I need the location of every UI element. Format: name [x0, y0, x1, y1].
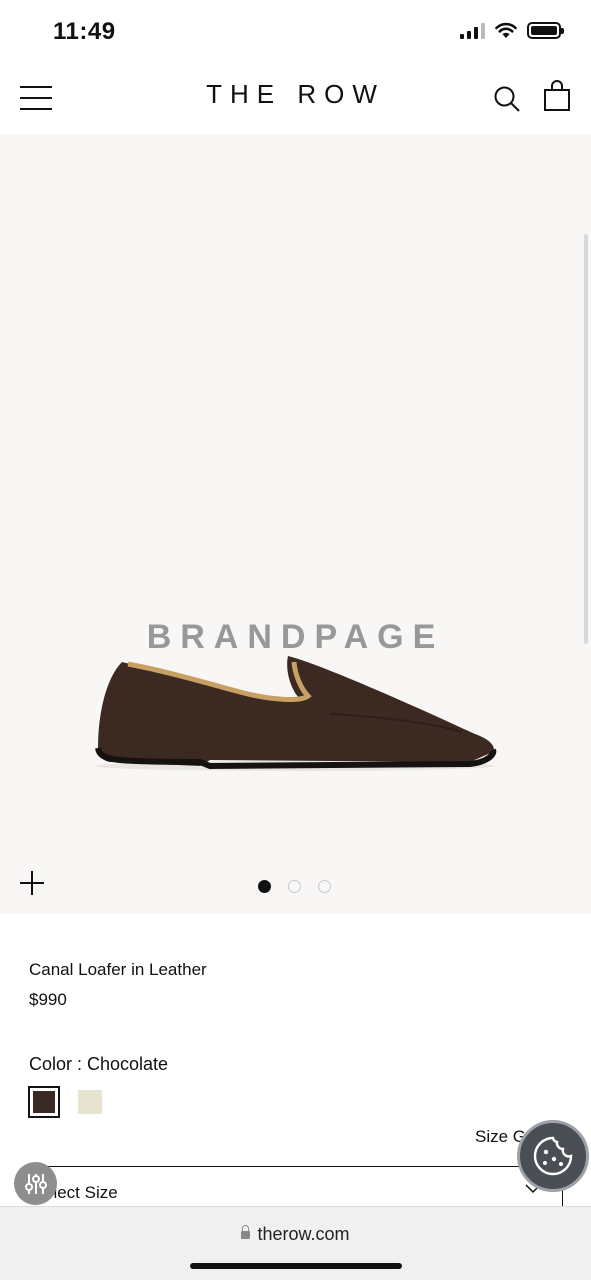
sliders-icon	[24, 1173, 47, 1194]
accessibility-sliders-button[interactable]	[14, 1162, 57, 1205]
product-gallery[interactable]: BRANDPAGE	[0, 134, 591, 914]
battery-icon	[527, 22, 564, 39]
lock-icon	[241, 1225, 251, 1239]
scrollbar[interactable]	[584, 234, 588, 644]
color-label: Color : Chocolate	[29, 1054, 169, 1074]
cellular-signal-icon	[460, 22, 485, 39]
url-text: therow.com	[257, 1224, 350, 1244]
size-select[interactable]: elect Size	[28, 1166, 563, 1213]
url-display[interactable]: therow.com	[0, 1224, 591, 1245]
carousel-dot-2[interactable]	[288, 880, 301, 893]
swatch-chocolate[interactable]	[28, 1086, 60, 1118]
home-indicator[interactable]	[190, 1263, 402, 1269]
carousel-dot-3[interactable]	[318, 880, 331, 893]
zoom-plus-icon[interactable]	[20, 871, 44, 895]
status-bar: 11:49	[0, 0, 591, 62]
product-price: $990	[29, 990, 67, 1009]
wifi-icon	[495, 22, 517, 38]
search-icon[interactable]	[492, 84, 522, 114]
product-image[interactable]	[90, 644, 500, 784]
status-icons	[460, 22, 564, 39]
cookie-icon	[533, 1136, 573, 1176]
browser-address-bar[interactable]: therow.com	[0, 1206, 591, 1280]
product-name: Canal Loafer in Leather	[29, 960, 207, 979]
shopping-bag-icon[interactable]	[542, 80, 572, 112]
carousel-dot-1[interactable]	[258, 880, 271, 893]
carousel-dots	[258, 880, 331, 893]
cookie-settings-button[interactable]	[517, 1120, 589, 1192]
site-header: THE ROW	[0, 62, 591, 134]
status-time: 11:49	[53, 18, 116, 45]
swatch-ivory[interactable]	[78, 1090, 102, 1114]
